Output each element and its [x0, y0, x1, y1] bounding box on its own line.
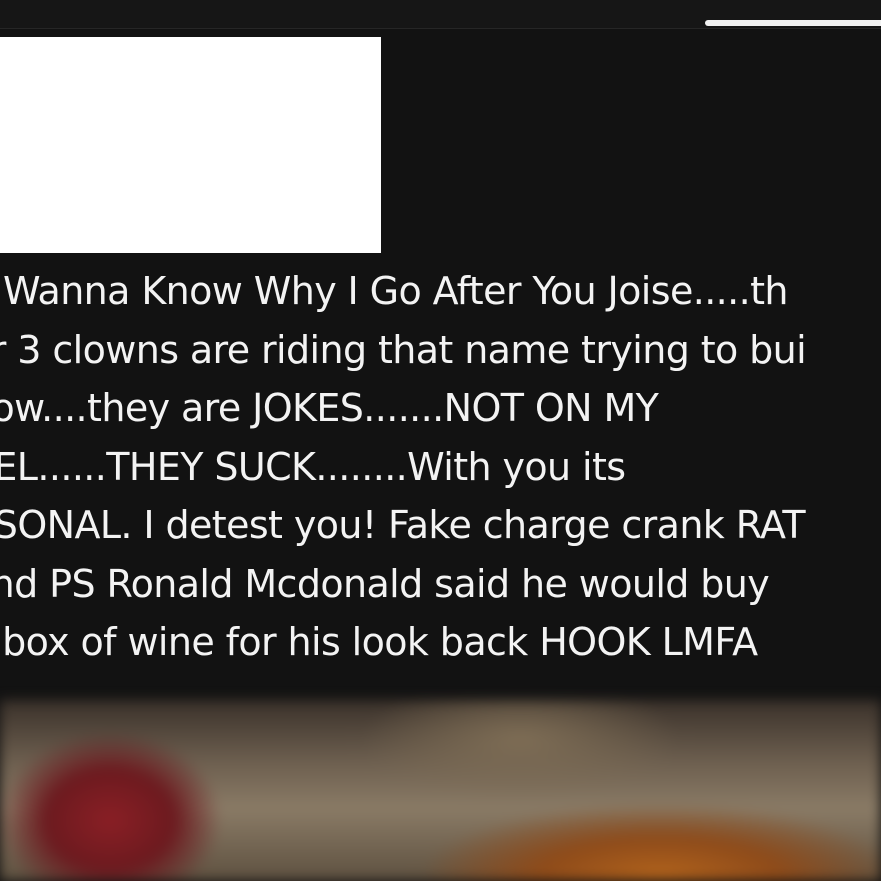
post-text-line: and PS Ronald Mcdonald said he would buy — [0, 561, 770, 606]
post-text-line: a box of wine for his look back HOOK LMF… — [0, 620, 758, 664]
background-photo — [0, 700, 881, 881]
post-text-line: how....they are JOKES.......NOT ON MY — [0, 386, 659, 430]
post-text: u Wanna Know Why I Go After You Joise...… — [0, 262, 881, 672]
post-text-line: er 3 clowns are riding that name trying … — [0, 327, 807, 372]
screen: u Wanna Know Why I Go After You Joise...… — [0, 0, 881, 881]
redacted-image-block — [0, 37, 381, 253]
post-text-line: RSONAL. I detest you! Fake charge crank … — [0, 503, 806, 547]
scroll-indicator — [705, 20, 881, 26]
top-bar — [0, 0, 881, 29]
post-text-line: u Wanna Know Why I Go After You Joise...… — [0, 269, 789, 313]
post-text-line: VEL......THEY SUCK........With you its — [0, 444, 626, 489]
